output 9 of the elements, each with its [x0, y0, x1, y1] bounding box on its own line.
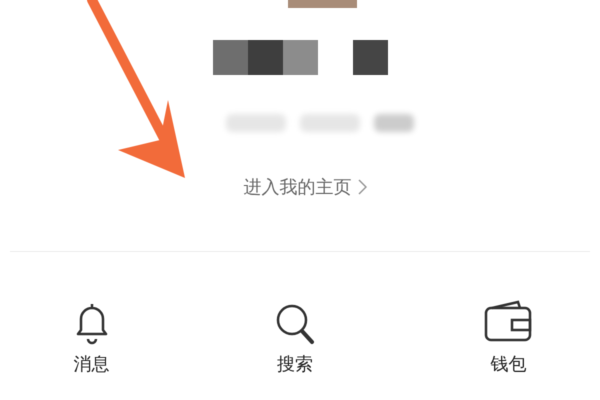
shortcut-button[interactable]: 钱包 [416, 300, 600, 376]
blurred-text [226, 114, 286, 132]
shortcut-button[interactable]: 搜索 [203, 300, 387, 376]
chevron-icon [358, 179, 366, 195]
shortcut-button[interactable]: 消息 [0, 300, 184, 376]
cover-image [288, 0, 357, 8]
blurred-text [374, 114, 414, 132]
blurred-text [300, 114, 360, 132]
profile-link[interactable]: 进入我的主页 [244, 175, 366, 199]
